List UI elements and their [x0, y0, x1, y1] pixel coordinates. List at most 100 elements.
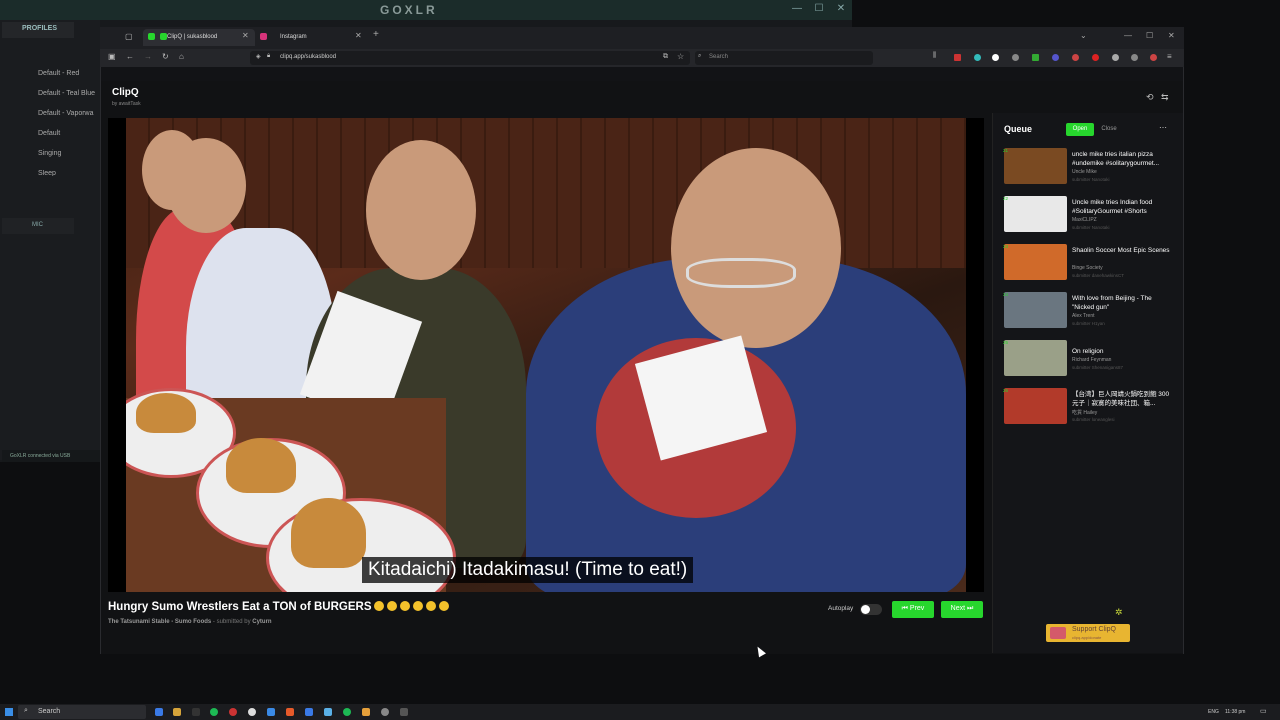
- prev-button[interactable]: ⏮ Prev: [892, 601, 934, 618]
- search-icon: ⌕: [698, 53, 702, 59]
- taskbar-app-icon[interactable]: [229, 708, 237, 716]
- close-tab-icon[interactable]: ✕: [242, 31, 249, 40]
- connection-status: GoXLR connected via USB: [2, 450, 100, 462]
- mic-tab[interactable]: MIC: [2, 218, 74, 234]
- profile-item[interactable]: Default - Red: [38, 70, 79, 77]
- new-tab-icon[interactable]: +: [373, 29, 379, 40]
- taskbar-app-icon[interactable]: [192, 708, 200, 716]
- extension-icon[interactable]: [1012, 54, 1019, 61]
- queue-item[interactable]: 24 With love from Beijing - The "Nicked …: [1003, 292, 1173, 332]
- toggle-knob: [861, 605, 870, 614]
- profile-item[interactable]: Sleep: [38, 170, 56, 176]
- extension-icon[interactable]: [974, 54, 981, 61]
- queue-thumbnail: [1004, 340, 1067, 376]
- extension-icon[interactable]: [954, 54, 961, 61]
- taskbar-app-icon[interactable]: [362, 708, 370, 716]
- back-icon[interactable]: ←: [126, 52, 134, 61]
- close-icon[interactable]: ✕: [1168, 31, 1175, 40]
- extension-icon[interactable]: [1150, 54, 1157, 61]
- clock[interactable]: 11:38 pm: [1225, 709, 1245, 715]
- support-logo-icon: [1050, 627, 1066, 639]
- channel-name[interactable]: The Tatsunami Stable - Sumo Foods: [108, 619, 211, 625]
- taskbar-app-icon[interactable]: [343, 708, 351, 716]
- taskbar-app-icon[interactable]: [155, 708, 163, 716]
- extension-icon[interactable]: [1112, 54, 1119, 61]
- queue-item-submitter: submitter H1yan: [1072, 321, 1105, 326]
- taskbar-search[interactable]: Search: [18, 705, 146, 719]
- queue-item[interactable]: 25 On religion Richard Feynman submitter…: [1003, 340, 1173, 380]
- maximize-icon[interactable]: ☐: [812, 3, 826, 14]
- queue-item-submitter: submitter Nanotaki: [1072, 225, 1110, 230]
- minimize-icon[interactable]: —: [1124, 31, 1132, 40]
- next-button[interactable]: Next ⏭: [941, 601, 983, 618]
- bookmark-star-icon[interactable]: ☆: [677, 52, 684, 61]
- burger-emoji-icon: [413, 601, 424, 611]
- goxlr-title: GOXLR: [380, 3, 438, 17]
- extension-icon[interactable]: [1131, 54, 1138, 61]
- notification-icon[interactable]: ▭: [1260, 707, 1267, 715]
- queue-item[interactable]: 26 【台湾】巨人岡靖火鍋吃到飽 300元子｜寂寞的美味社団、箱... 吃貨 H…: [1003, 388, 1173, 428]
- queue-item-title: Shaolin Soccer Most Epic Scenes: [1072, 247, 1170, 254]
- profile-item[interactable]: Default - Vaporwa: [38, 110, 94, 117]
- maximize-icon[interactable]: ☐: [1146, 31, 1153, 40]
- settings-sliders-icon[interactable]: ⇆: [1161, 92, 1169, 103]
- taskbar-app-icon[interactable]: [267, 708, 275, 716]
- forward-icon[interactable]: →: [144, 52, 152, 61]
- queue-item-channel: MaxiCLIPZ: [1072, 217, 1097, 223]
- extension-icon[interactable]: [1052, 54, 1059, 61]
- chevron-down-icon[interactable]: ⌄: [1080, 31, 1087, 40]
- burger-emoji-icon: [426, 601, 437, 611]
- library-icon[interactable]: ⫼: [933, 52, 936, 60]
- url-bar[interactable]: clipq.app/sukasblood: [250, 51, 690, 65]
- extension-icon[interactable]: [1072, 54, 1079, 61]
- profile-item[interactable]: Default: [38, 130, 60, 137]
- queue-item[interactable]: 22 Uncle mike tries Indian food #Solitar…: [1003, 196, 1173, 236]
- translate-icon[interactable]: ⧉: [663, 53, 668, 61]
- lock-icon[interactable]: 🔒︎: [267, 53, 270, 60]
- queue-item[interactable]: 21 uncle mike tries italian pizza #undem…: [1003, 148, 1173, 188]
- sparkle-icon: ✲: [1115, 607, 1123, 617]
- close-tab-icon[interactable]: ✕: [355, 31, 362, 40]
- queue-open-button[interactable]: Open: [1066, 123, 1094, 136]
- home-icon[interactable]: ⌂: [179, 52, 184, 61]
- taskbar-app-icon[interactable]: [400, 708, 408, 716]
- language-indicator[interactable]: ENG: [1208, 709, 1219, 715]
- search-input[interactable]: Search: [695, 51, 873, 65]
- submitter-name[interactable]: Cyturn: [252, 619, 271, 625]
- support-url: clipq.app/donate: [1072, 635, 1102, 640]
- taskbar-app-icon[interactable]: [248, 708, 256, 716]
- extension-icon[interactable]: [1092, 54, 1099, 61]
- more-options-icon[interactable]: ⋯: [1159, 123, 1167, 132]
- queue-item-title: 【台湾】巨人岡靖火鍋吃到飽 300元子｜寂寞的美味社団、箱...: [1072, 391, 1170, 407]
- submitted-by-label: - submitted by: [212, 619, 251, 625]
- taskbar-app-icon[interactable]: [381, 708, 389, 716]
- taskbar-app-icon[interactable]: [324, 708, 332, 716]
- shield-icon[interactable]: ◈: [256, 53, 261, 60]
- queue-panel: [992, 113, 1183, 653]
- spotify-icon[interactable]: [210, 708, 218, 716]
- video-frame: [126, 118, 966, 592]
- tab-instagram[interactable]: Instagram: [256, 29, 368, 46]
- queue-thumbnail: [1004, 292, 1067, 328]
- close-icon[interactable]: ✕: [834, 3, 848, 14]
- tab-overview-icon[interactable]: ▢: [125, 32, 133, 41]
- queue-item-submitter: submitter Shenanigans87: [1072, 365, 1124, 370]
- queue-item[interactable]: 23 Shaolin Soccer Most Epic Scenes Binge…: [1003, 244, 1173, 284]
- app-logo[interactable]: ClipQ: [112, 87, 139, 98]
- queue-item-submitter: submitter loneanglesi: [1072, 417, 1115, 422]
- extension-icon[interactable]: [1032, 54, 1039, 61]
- profiles-tab[interactable]: PROFILES: [2, 22, 74, 38]
- menu-icon[interactable]: ≡: [1167, 52, 1172, 61]
- minimize-icon[interactable]: —: [790, 3, 804, 14]
- file-explorer-icon[interactable]: [173, 708, 181, 716]
- queue-close-button[interactable]: Close: [1095, 123, 1123, 136]
- taskbar-app-icon[interactable]: [305, 708, 313, 716]
- sidebar-icon[interactable]: ▣: [108, 52, 116, 61]
- firefox-icon[interactable]: [286, 708, 294, 716]
- windows-start-icon[interactable]: [5, 708, 13, 716]
- profile-item[interactable]: Singing: [38, 150, 61, 157]
- extension-icon[interactable]: [992, 54, 999, 61]
- reload-icon[interactable]: ↻: [162, 52, 169, 61]
- profile-item[interactable]: Default - Teal Blue: [38, 90, 95, 97]
- history-icon[interactable]: ⟲: [1146, 92, 1154, 103]
